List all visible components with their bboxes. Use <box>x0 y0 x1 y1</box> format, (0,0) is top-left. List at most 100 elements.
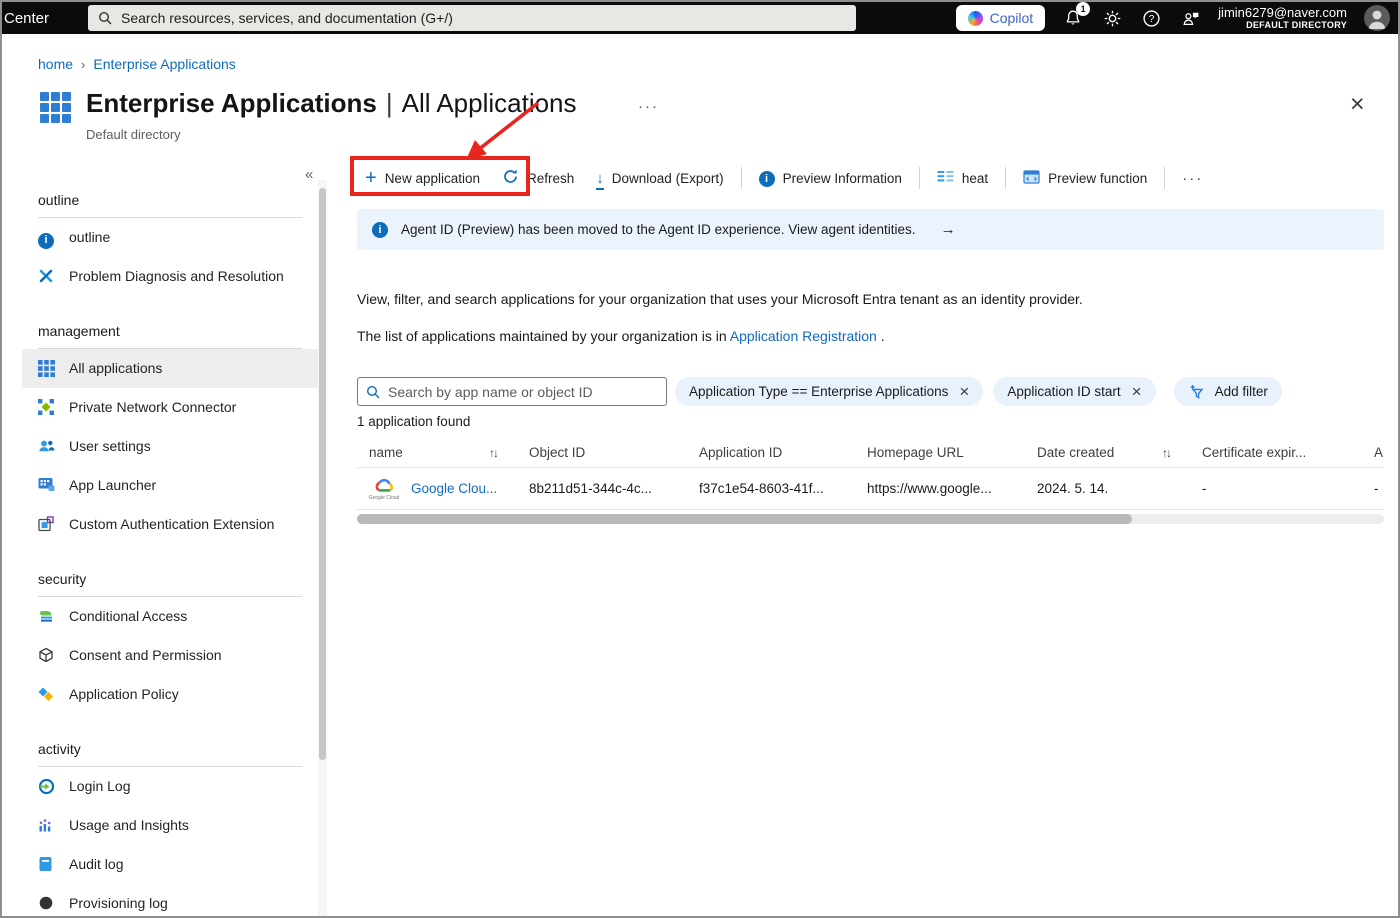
sidebar-item-login-log[interactable]: Login Log <box>22 767 318 806</box>
breadcrumb-enterprise-applications[interactable]: Enterprise Applications <box>93 56 235 72</box>
info-icon: i <box>758 170 775 187</box>
extension-icon <box>38 516 56 534</box>
feedback-button[interactable] <box>1179 7 1201 29</box>
cell-date-created: 2024. 5. 14. <box>1025 481 1190 496</box>
horizontal-scrollbar-track[interactable] <box>357 514 1384 524</box>
grid-icon <box>38 360 56 378</box>
cell-certificate: - <box>1190 481 1362 496</box>
sidebar-item-application-policy[interactable]: Application Policy <box>22 675 318 714</box>
toolbar-button-label: New application <box>384 170 480 186</box>
sort-icon[interactable]: ↑↓ <box>1162 446 1172 460</box>
column-header-a[interactable]: A <box>1362 445 1384 460</box>
column-header-date-created[interactable]: Date created ↑↓ <box>1025 445 1190 460</box>
toolbar-divider <box>1005 167 1007 189</box>
column-header-homepage-url[interactable]: Homepage URL <box>855 445 1025 460</box>
toolbar-button-label: Refresh <box>527 170 575 186</box>
description-line2-prefix: The list of applications maintained by y… <box>357 328 730 344</box>
copilot-icon <box>967 10 983 26</box>
cell-name: Google Cloud Google Clou... <box>357 477 517 501</box>
cell-value: - <box>1202 481 1207 496</box>
connector-icon <box>38 399 56 417</box>
sort-icon[interactable]: ↑↓ <box>489 446 499 460</box>
sidebar-item-outline[interactable]: i outline <box>22 218 318 257</box>
cell-object-id: 8b211d51-344c-4c... <box>517 481 687 496</box>
application-registration-link[interactable]: Application Registration <box>730 328 877 344</box>
column-header-certificate-expir[interactable]: Certificate expir... <box>1190 445 1362 460</box>
more-button[interactable]: ··· <box>1171 161 1214 195</box>
sidebar-item-provisioning-log[interactable]: Provisioning log <box>22 884 318 916</box>
sidebar-item-usage-and-insights[interactable]: Usage and Insights <box>22 806 318 845</box>
help-button[interactable]: ? <box>1140 7 1162 29</box>
column-header-label: Object ID <box>529 445 586 460</box>
toolbar-button-label: heat <box>961 170 989 186</box>
new-application-button[interactable]: + New application <box>354 161 491 195</box>
column-header-label: Date created <box>1037 445 1115 460</box>
column-header-name[interactable]: name ↑↓ <box>357 445 517 460</box>
sidebar-item-private-network-connector[interactable]: Private Network Connector <box>22 388 318 427</box>
tools-icon <box>38 268 56 286</box>
cell-homepage-url: https://www.google... <box>855 481 1025 496</box>
sidebar-section-header: outline <box>38 192 302 218</box>
column-header-object-id[interactable]: Object ID <box>517 445 687 460</box>
title-more-button[interactable]: ··· <box>638 98 659 115</box>
toolbar-divider <box>1164 167 1166 189</box>
app-search-input[interactable]: Search by app name or object ID <box>357 377 667 406</box>
app-name-link[interactable]: Google Clou... <box>411 481 497 496</box>
sidebar-item-user-settings[interactable]: User settings <box>22 427 318 466</box>
sidebar-item-label: Application Policy <box>69 686 179 702</box>
sidebar-item-all-applications[interactable]: All applications <box>22 349 318 388</box>
download-export-button[interactable]: ↓ Download (Export) <box>585 161 734 195</box>
add-filter-label: Add filter <box>1214 384 1268 399</box>
sidebar-item-app-launcher[interactable]: App Launcher <box>22 466 318 505</box>
topbar-right: Copilot 1 ? jimin6279@naver.com DEFAULT … <box>955 2 1390 34</box>
filter-pill-label: Application ID start <box>1007 384 1121 399</box>
filter-pills: Application Type == Enterprise Applicati… <box>675 377 1156 406</box>
login-icon <box>38 778 56 796</box>
avatar-icon <box>1368 10 1386 29</box>
remove-filter-icon[interactable]: × <box>959 383 969 400</box>
filter-pill-application-id-start[interactable]: Application ID start × <box>993 377 1156 406</box>
preview-function-button[interactable]: Preview function <box>1012 161 1158 195</box>
svg-text:?: ? <box>1148 14 1154 25</box>
heat-button[interactable]: heat <box>926 161 999 195</box>
filter-pill-label: Application Type == Enterprise Applicati… <box>689 384 949 399</box>
sidebar-item-conditional-access[interactable]: Conditional Access <box>22 597 318 636</box>
page-title-section: All Applications <box>401 88 577 118</box>
account-info[interactable]: jimin6279@naver.com DEFAULT DIRECTORY <box>1218 5 1347 31</box>
toolbar-button-label: Download (Export) <box>611 170 724 186</box>
sidebar-item-problem-diagnosis-and-resolution[interactable]: Problem Diagnosis and Resolution <box>22 257 318 296</box>
results-count: 1 application found <box>357 414 471 429</box>
filter-pill-application-type-enterprise-ap[interactable]: Application Type == Enterprise Applicati… <box>675 377 984 406</box>
arrow-right-icon[interactable]: → <box>941 221 956 238</box>
column-header-label: Certificate expir... <box>1202 445 1307 460</box>
preview-window-icon <box>1023 169 1040 188</box>
avatar[interactable] <box>1364 5 1390 31</box>
sidebar-item-custom-authentication-extension[interactable]: Custom Authentication Extension <box>22 505 318 544</box>
sidebar-item-audit-log[interactable]: Audit log <box>22 845 318 884</box>
refresh-button[interactable]: Refresh <box>491 161 585 195</box>
preview-information-button[interactable]: i Preview Information <box>748 161 913 195</box>
table-row[interactable]: Google Cloud Google Clou... 8b211d51-344c-… <box>357 468 1384 510</box>
add-filter-button[interactable]: Add filter <box>1173 377 1282 406</box>
column-header-application-id[interactable]: Application ID <box>687 445 855 460</box>
chevron-right-icon: › <box>81 56 86 72</box>
remove-filter-icon[interactable]: × <box>1132 383 1142 400</box>
description-line1: View, filter, and search applications fo… <box>357 291 1083 307</box>
app-logo-caption: Google Cloud <box>368 494 400 501</box>
sidebar-scrollbar-thumb[interactable] <box>319 188 326 760</box>
cell-value: 2024. 5. 14. <box>1037 481 1109 496</box>
close-blade-button[interactable]: × <box>1350 92 1365 117</box>
global-search-input[interactable]: Search resources, services, and document… <box>88 5 856 31</box>
notifications-button[interactable]: 1 <box>1062 2 1091 29</box>
google-cloud-logo: Google Cloud <box>369 477 399 501</box>
settings-button[interactable] <box>1101 7 1123 29</box>
user-email: jimin6279@naver.com <box>1218 4 1347 20</box>
cell-value: https://www.google... <box>867 481 992 496</box>
sidebar-item-consent-and-permission[interactable]: Consent and Permission <box>22 636 318 675</box>
horizontal-scrollbar-thumb[interactable] <box>357 514 1132 524</box>
sidebar-item-label: Private Network Connector <box>69 399 237 415</box>
copilot-button[interactable]: Copilot <box>955 5 1046 31</box>
sidebar-section-header: activity <box>38 741 302 767</box>
download-icon: ↓ <box>596 169 604 190</box>
breadcrumb-home[interactable]: home <box>38 56 73 72</box>
